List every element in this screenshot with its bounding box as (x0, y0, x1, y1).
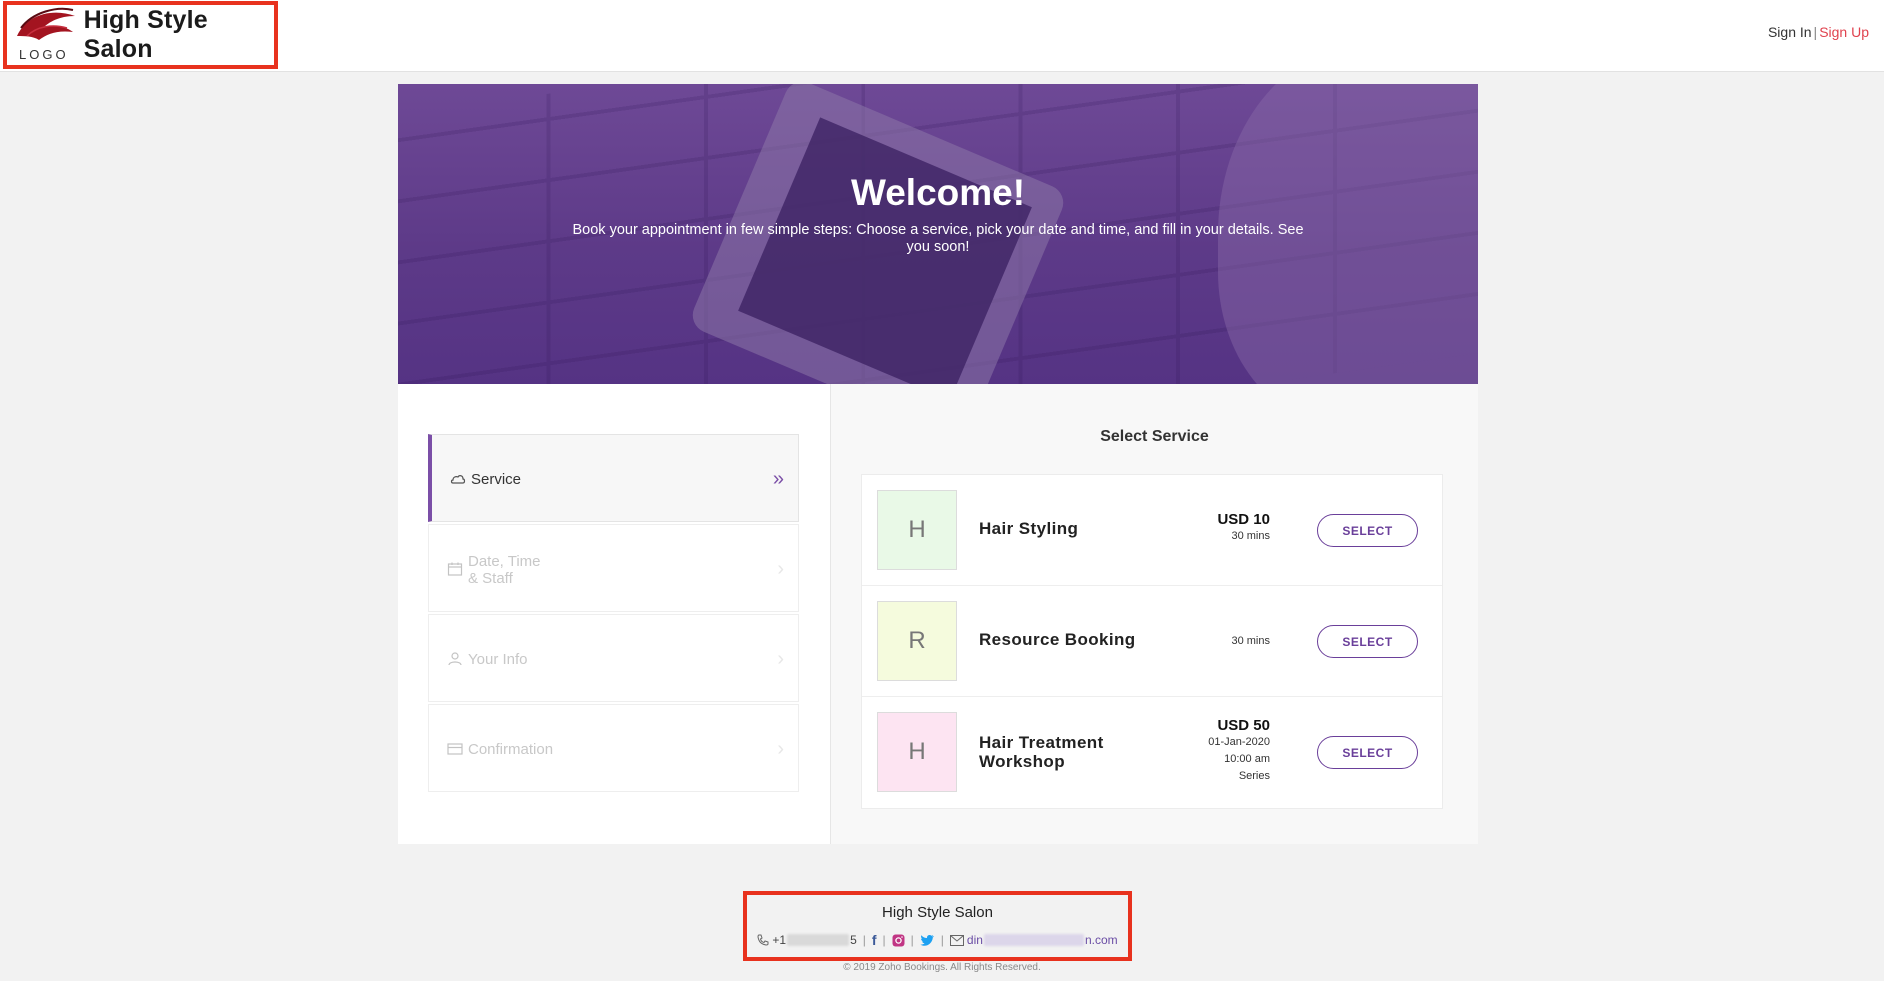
separator: | (862, 933, 866, 947)
footer-business-name: High Style Salon (882, 904, 993, 921)
auth-links: Sign In | Sign Up (1768, 24, 1869, 40)
service-price: USD 50 (1217, 717, 1270, 734)
mail-icon (949, 934, 964, 946)
facebook-icon[interactable]: f (872, 932, 877, 948)
auth-separator: | (1813, 24, 1818, 40)
service-name-line-1: Hair Treatment (979, 733, 1104, 752)
separator: | (940, 933, 944, 947)
step-confirmation: Confirmation › (428, 704, 799, 792)
select-service-title: Select Service (1100, 428, 1209, 445)
instagram-icon[interactable] (892, 934, 905, 947)
service-meta: USD 50 01-Jan-2020 10:00 am Series (1208, 717, 1270, 785)
step-label-date-time-staff: Date, Time & Staff (468, 553, 541, 587)
step-service[interactable]: Service » (428, 434, 799, 522)
service-type: Series (1238, 770, 1270, 782)
service-name-line-2: Workshop (979, 752, 1066, 771)
service-item-hair-treatment-workshop[interactable]: H Hair Treatment Workshop USD 50 01-Jan-… (862, 697, 1442, 808)
service-item-resource-booking[interactable]: R Resource Booking 30 mins SELECT (862, 586, 1442, 697)
service-duration: 30 mins (1231, 635, 1270, 647)
brand[interactable]: LOGO High Style Salon (3, 1, 278, 69)
chevron-right-icon: › (777, 558, 784, 580)
service-meta: USD 10 30 mins (1217, 511, 1270, 545)
service-avatar: H (877, 490, 957, 570)
step-label-service: Service (471, 471, 522, 488)
salon-logo: LOGO (13, 6, 76, 64)
service-price: USD 10 (1217, 511, 1270, 528)
service-avatar: H (877, 712, 957, 792)
service-selection: Select Service H Hair Styling USD 10 30 … (831, 384, 1478, 844)
step-label-confirmation: Confirmation (468, 741, 554, 758)
service-name: Hair Styling (979, 519, 1079, 538)
hero-banner: Welcome! Book your appointment in few si… (398, 84, 1478, 384)
cloud-icon (450, 475, 466, 484)
service-duration: 30 mins (1231, 530, 1270, 542)
phone-icon (757, 934, 769, 946)
copyright: © 2019 Zoho Bookings. All Rights Reserve… (843, 962, 1041, 973)
service-name: Resource Booking (979, 630, 1136, 649)
service-meta: 30 mins (1231, 633, 1270, 650)
separator: | (882, 933, 886, 947)
user-icon (448, 652, 462, 666)
double-chevron-right-icon: » (772, 468, 784, 490)
phone-redacted (787, 934, 850, 946)
service-name: Hair Treatment Workshop (979, 733, 1104, 771)
service-avatar: R (877, 601, 957, 681)
select-button-hair-styling[interactable]: SELECT (1317, 514, 1418, 547)
email-redacted (983, 934, 1084, 946)
footer-contact: High Style Salon +1 5 | f | | | din n.co… (743, 891, 1132, 961)
select-button-hair-treatment-workshop[interactable]: SELECT (1317, 736, 1418, 769)
hero-subtitle: Book your appointment in few simple step… (572, 222, 1304, 255)
step-label-line-1: Date, Time (468, 553, 541, 570)
service-time: 10:00 am (1224, 753, 1270, 765)
phone-suffix: 5 (850, 933, 857, 947)
service-item-hair-styling[interactable]: H Hair Styling USD 10 30 mins SELECT (862, 475, 1442, 586)
sign-up-link[interactable]: Sign Up (1819, 24, 1869, 40)
sign-in-link[interactable]: Sign In (1768, 24, 1812, 40)
separator: | (910, 933, 914, 947)
step-label-line-2: & Staff (468, 570, 513, 587)
logo-text: LOGO (19, 47, 69, 62)
hero-title: Welcome! (850, 172, 1026, 213)
booking-steps: Service » Date, Time & Staff › Your Info… (428, 434, 799, 794)
service-date: 01-Jan-2020 (1208, 736, 1270, 748)
contact-row: +1 5 | f | | | din n.com (757, 932, 1118, 948)
phone-prefix[interactable]: +1 (772, 933, 786, 947)
top-bar: LOGO High Style Salon Sign In | Sign Up (0, 0, 1884, 72)
select-button-resource-booking[interactable]: SELECT (1317, 625, 1418, 658)
service-list: H Hair Styling USD 10 30 mins SELECT R R… (861, 474, 1443, 809)
brand-name: High Style Salon (83, 6, 208, 63)
step-your-info: Your Info › (428, 614, 799, 702)
chevron-right-icon: › (777, 648, 784, 670)
booking-panel: Service » Date, Time & Staff › Your Info… (398, 384, 1478, 844)
email-suffix[interactable]: n.com (1085, 933, 1118, 947)
calendar-icon (447, 562, 463, 576)
hair-logo-icon (17, 7, 75, 40)
twitter-icon[interactable] (920, 934, 935, 947)
card-icon (447, 743, 463, 755)
chevron-right-icon: › (777, 738, 784, 760)
email-prefix[interactable]: din (967, 933, 983, 947)
step-label-your-info: Your Info (468, 651, 528, 668)
step-date-time-staff: Date, Time & Staff › (428, 524, 799, 612)
